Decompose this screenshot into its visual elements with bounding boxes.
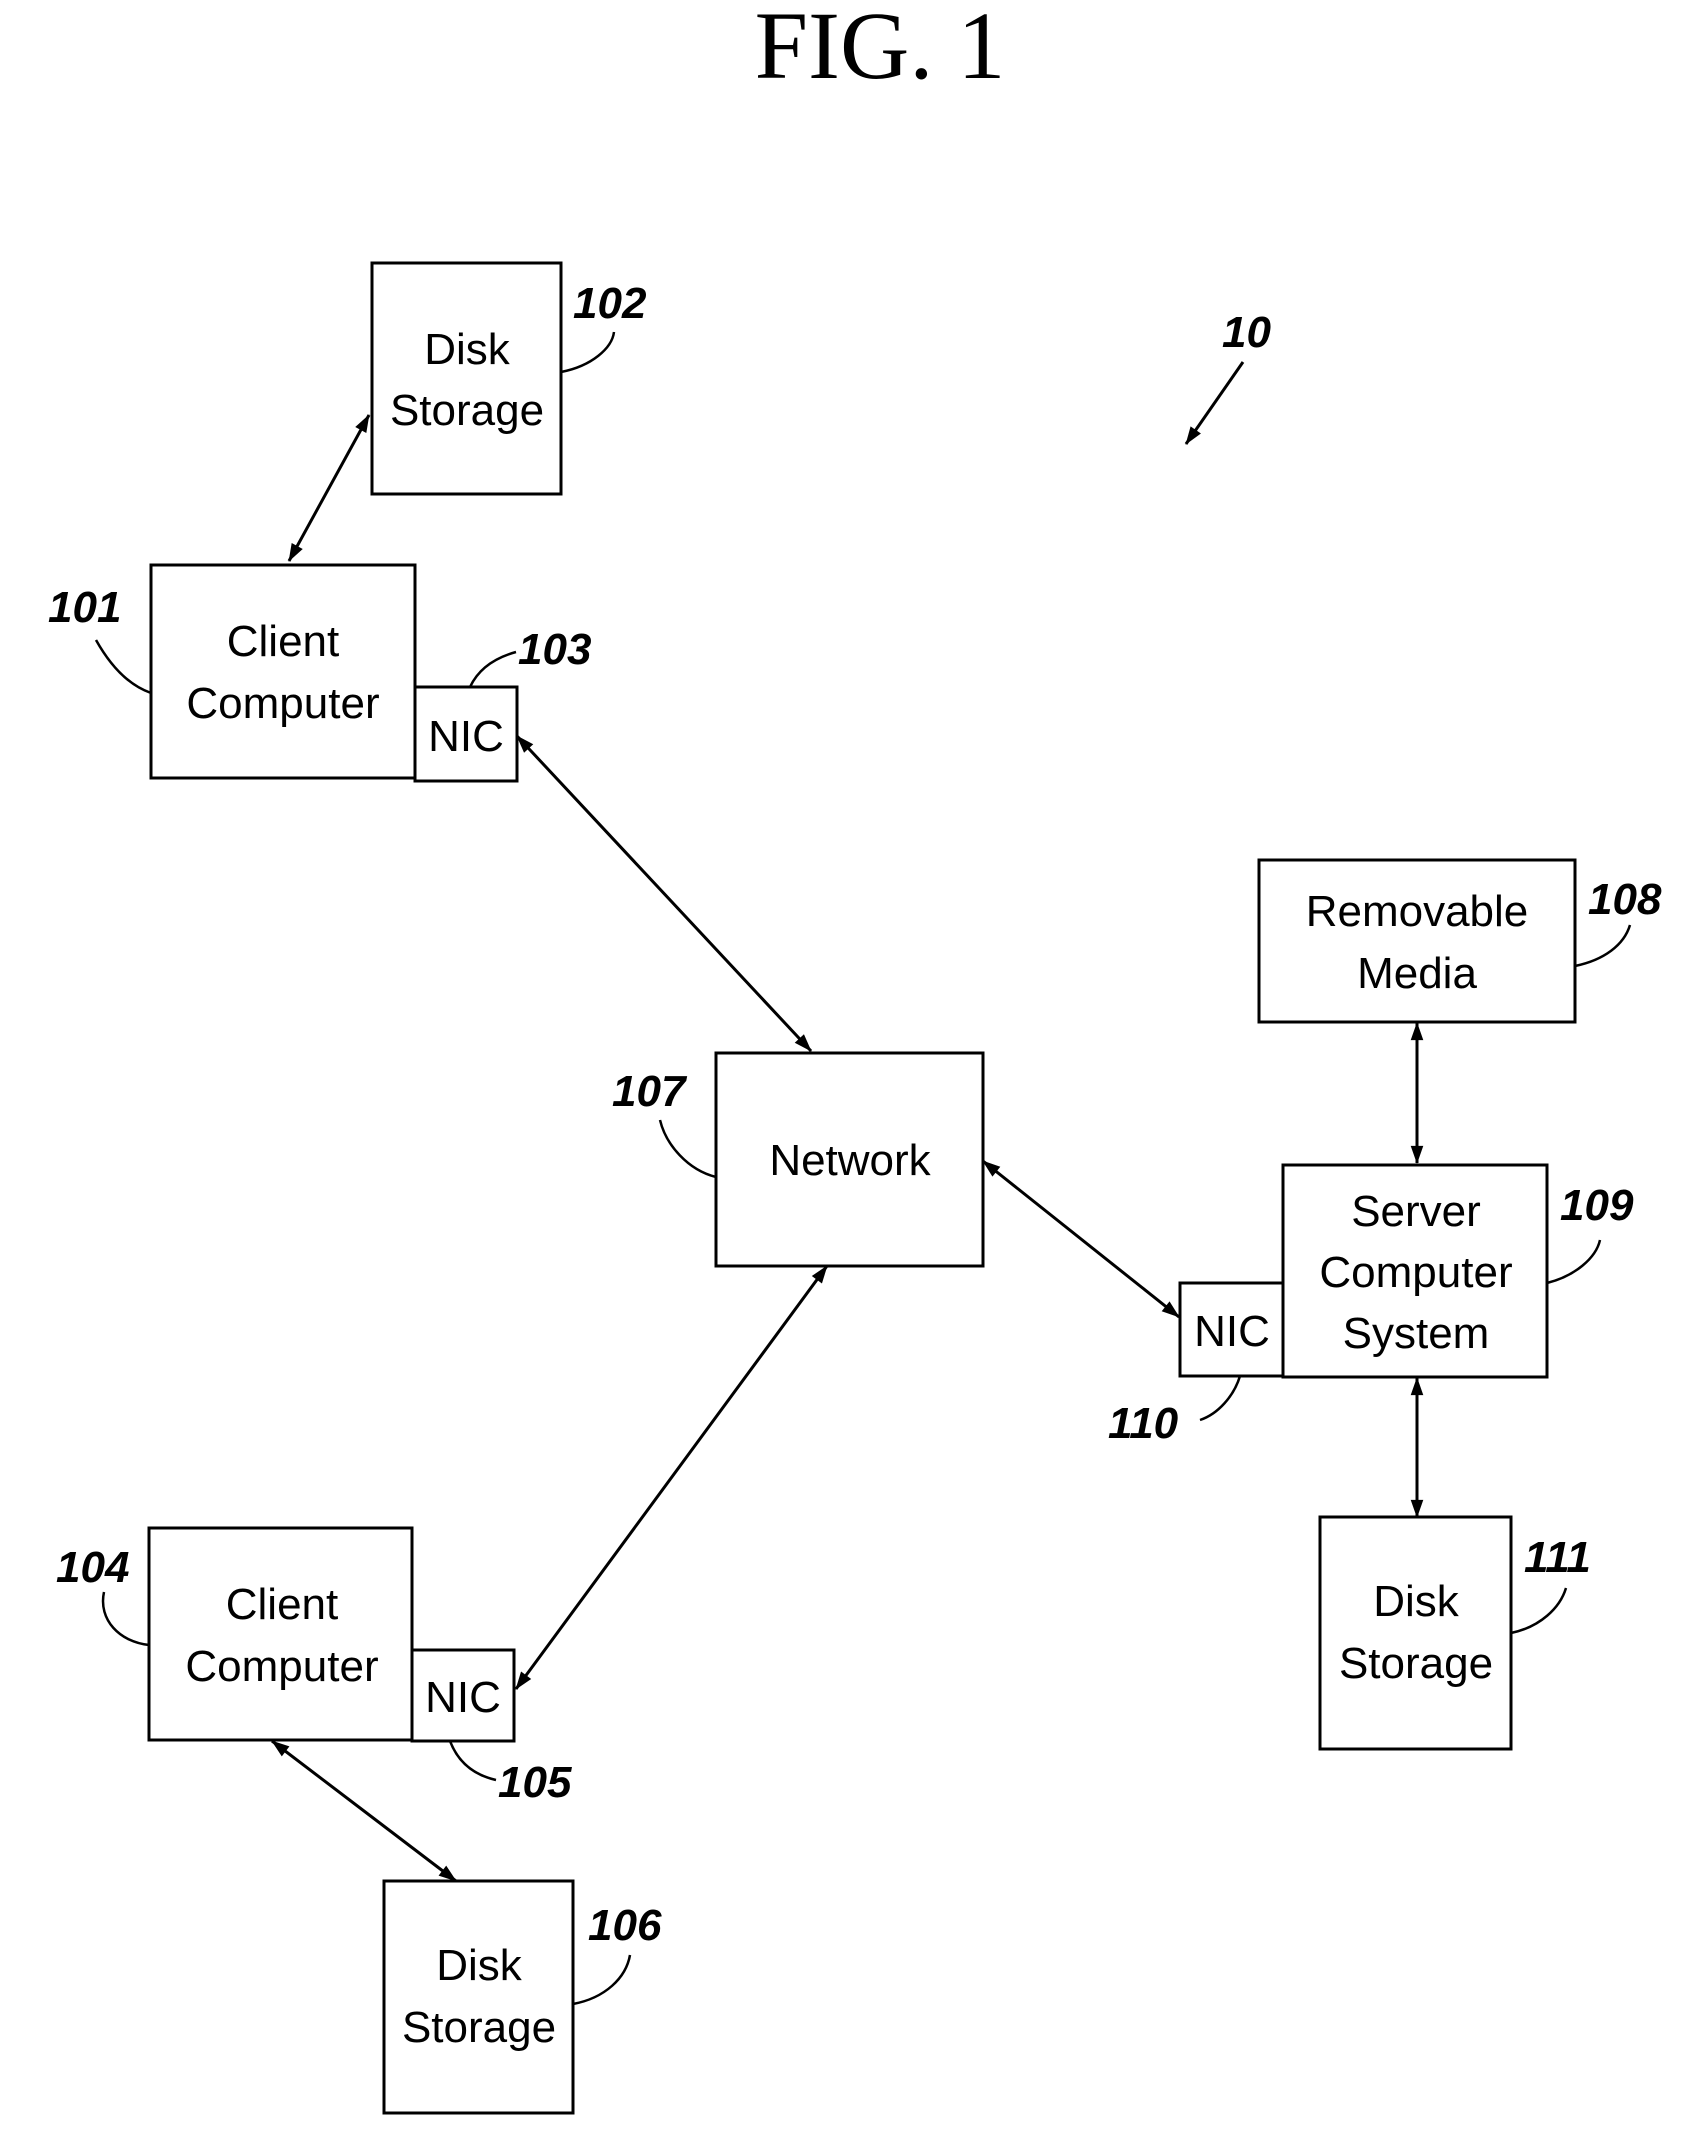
disk-storage-111: Disk Storage [1318,1515,1513,1751]
node-label: Client [227,617,340,666]
connector-client104-disk106 [271,1739,457,1883]
node-label: NIC [1194,1307,1270,1356]
ref-label-102: 102 [573,279,647,328]
ref-label-110: 110 [1108,1399,1179,1448]
node-label: Disk [424,325,511,374]
nic-105: NIC [410,1648,516,1743]
ref-label-104: 104 [56,1543,129,1592]
ref-label-106: 106 [588,1901,662,1950]
ref-label-108: 108 [1588,875,1662,924]
connector-client101-disk102 [287,414,371,562]
figure-title: FIG. 1 [755,0,1006,99]
node-label: System [1343,1309,1490,1358]
disk-storage-106: Disk Storage [382,1879,575,2115]
system-ref-arrow [1184,361,1245,445]
ref-label-107: 107 [612,1067,688,1116]
leader-line-108 [1574,924,1632,968]
node-label: NIC [425,1673,501,1722]
node-label: Storage [390,386,544,435]
leader-line-102 [560,331,616,374]
network-diagram: FIG. 1 10 Disk Storage 102 Client Comput… [48,0,1662,2115]
ref-label-111: 111 [1524,1533,1591,1582]
node-label: Disk [436,1941,523,1990]
node-label: Media [1357,949,1477,998]
connector-network-nic110 [982,1159,1180,1319]
node-label: Computer [186,679,379,728]
disk-storage-102: Disk Storage [370,261,563,496]
leader-line-104 [101,1591,150,1647]
node-label: Storage [1339,1639,1493,1688]
connector-nic103-network [515,734,813,1053]
leader-line-101 [94,639,152,695]
node-label: Removable [1306,887,1529,936]
node-label: Network [769,1136,931,1185]
ref-label-101: 101 [48,583,121,632]
nic-103: NIC [413,685,519,783]
server-computer-system-109: Server Computer System [1281,1163,1549,1379]
ref-label-109: 109 [1560,1181,1634,1230]
removable-media-108: Removable Media [1257,858,1577,1024]
leader-line-110 [1199,1375,1242,1422]
leader-line-103 [468,650,517,688]
connector-network-nic105 [514,1265,829,1690]
node-label: Computer [1319,1248,1512,1297]
node-label: Client [226,1580,339,1629]
ref-label-105: 105 [498,1758,572,1807]
leader-line-109 [1546,1239,1602,1285]
ref-label-103: 103 [518,625,591,674]
node-label: Computer [185,1642,378,1691]
node-label: NIC [428,712,504,761]
system-ref-label: 10 [1222,308,1271,357]
node-label: Server [1351,1187,1481,1236]
leader-line-105 [448,1740,497,1782]
leader-line-106 [572,1954,632,2006]
client-computer-104: Client Computer [147,1526,414,1742]
node-label: Disk [1373,1577,1460,1626]
leader-line-107 [658,1119,717,1179]
nic-110: NIC [1178,1281,1285,1378]
client-computer-101: Client Computer [149,563,417,780]
leader-line-111 [1510,1587,1568,1635]
node-label: Storage [402,2003,556,2052]
network-107: Network [714,1051,985,1268]
